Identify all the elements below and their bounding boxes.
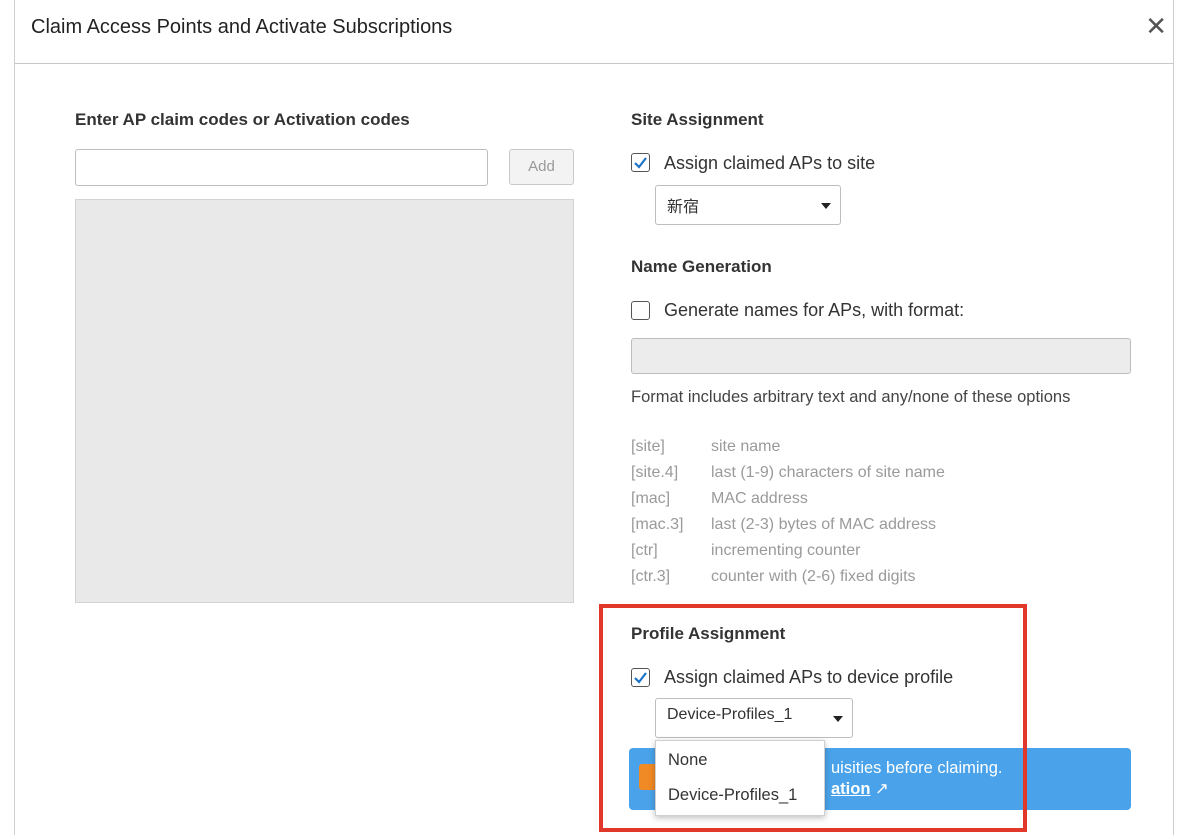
format-option-key: [mac] xyxy=(631,490,671,507)
format-option-key: [ctr.3] xyxy=(631,568,671,585)
name-format-input[interactable] xyxy=(631,338,1131,374)
format-option-desc: last (2-3) bytes of MAC address xyxy=(711,516,936,533)
format-option: [ctr.3] counter with (2-6) fixed digits xyxy=(631,568,916,586)
claim-code-input[interactable] xyxy=(75,149,488,186)
format-option-key: [site] xyxy=(631,438,665,455)
claim-dialog: Claim Access Points and Activate Subscri… xyxy=(14,0,1174,835)
format-description: Format includes arbitrary text and any/n… xyxy=(631,388,1071,406)
format-option-key: [site.4] xyxy=(631,464,679,481)
name-generation-checkbox[interactable] xyxy=(631,301,650,320)
format-option-desc: last (1-9) characters of site name xyxy=(711,464,945,481)
add-button[interactable]: Add xyxy=(509,149,574,185)
format-option: [site.4] last (1-9) characters of site na… xyxy=(631,464,945,482)
name-generation-label: Generate names for APs, with format: xyxy=(664,300,965,320)
dialog-header: Claim Access Points and Activate Subscri… xyxy=(15,0,1173,64)
format-option-desc: counter with (2-6) fixed digits xyxy=(711,568,916,585)
site-assign-label: Assign claimed APs to site xyxy=(664,153,876,173)
format-option-desc: MAC address xyxy=(711,490,808,507)
codes-list[interactable] xyxy=(75,199,574,603)
name-generation-heading: Name Generation xyxy=(631,257,772,276)
format-option: [ctr] incrementing counter xyxy=(631,542,860,560)
format-option-desc: incrementing counter xyxy=(711,542,861,559)
format-option-key: [mac.3] xyxy=(631,516,684,533)
chevron-down-icon xyxy=(821,203,831,209)
format-option-key: [ctr] xyxy=(631,542,658,559)
dialog-title: Claim Access Points and Activate Subscri… xyxy=(31,16,453,38)
format-option: [mac] MAC address xyxy=(631,490,808,508)
format-option: [site] site name xyxy=(631,438,780,456)
checkmark-icon xyxy=(634,157,647,169)
site-assign-checkbox[interactable] xyxy=(631,153,650,172)
format-option: [mac.3] last (2-3) bytes of MAC address xyxy=(631,516,936,534)
close-icon[interactable]: ✕ xyxy=(1145,12,1167,40)
format-option-desc: site name xyxy=(711,438,781,455)
site-select[interactable]: 新宿 xyxy=(655,185,841,225)
site-select-value: 新宿 xyxy=(667,199,700,216)
codes-label: Enter AP claim codes or Activation codes xyxy=(75,110,410,129)
site-assignment-heading: Site Assignment xyxy=(631,110,764,129)
highlight-box xyxy=(599,604,1027,832)
